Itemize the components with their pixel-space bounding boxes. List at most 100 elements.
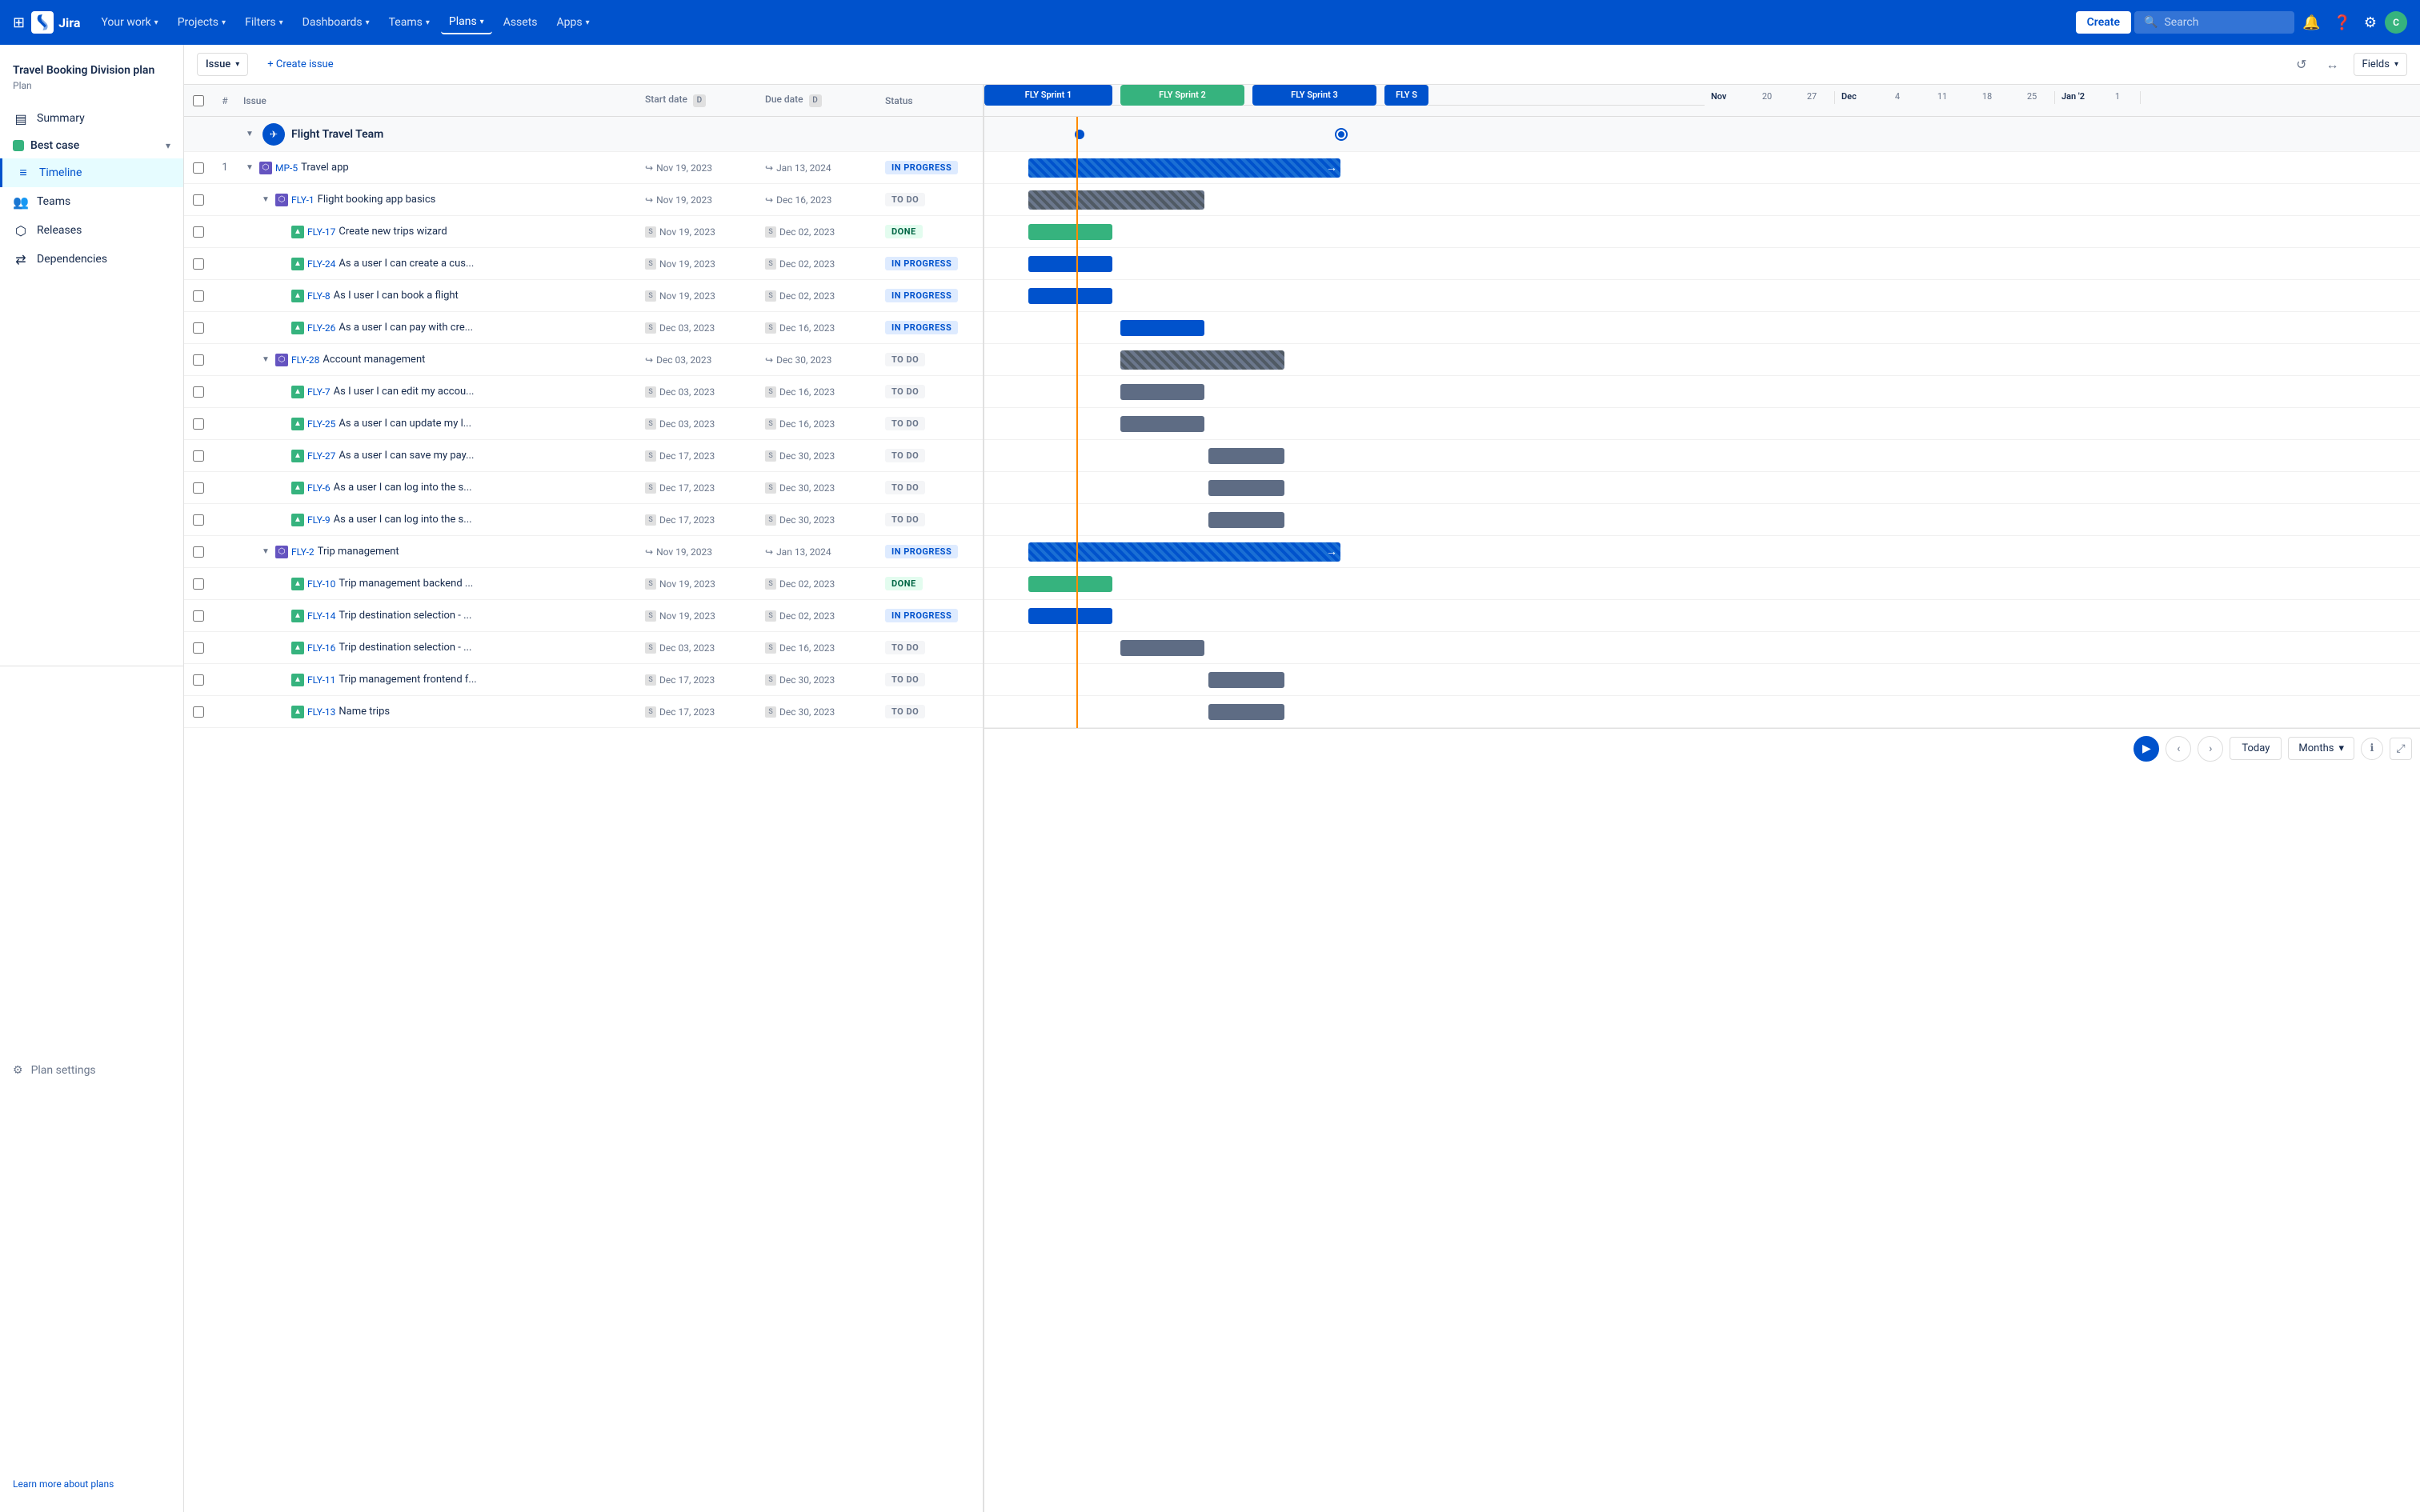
- gantt-bar[interactable]: [1028, 608, 1112, 624]
- due-date-arrow: ↪: [765, 354, 773, 366]
- expand-view-button[interactable]: ⤢: [2390, 738, 2412, 760]
- issue-key[interactable]: FLY-17: [307, 226, 335, 238]
- gantt-bar[interactable]: →: [1028, 542, 1340, 562]
- gantt-bar[interactable]: [1120, 640, 1204, 656]
- expand-row-button[interactable]: ▼: [259, 194, 272, 206]
- gantt-bar[interactable]: →: [1028, 158, 1340, 178]
- issue-key[interactable]: FLY-14: [307, 610, 335, 622]
- sidebar: Travel Booking Division plan Plan ▤ Summ…: [0, 45, 184, 1512]
- settings-icon[interactable]: ⚙: [2359, 10, 2382, 36]
- months-dropdown[interactable]: Months ▾: [2288, 737, 2354, 760]
- issue-key[interactable]: FLY-27: [307, 450, 335, 462]
- navigate-back-button[interactable]: ‹: [2166, 736, 2191, 762]
- plans-menu[interactable]: Plans ▾: [441, 10, 492, 34]
- row-checkbox[interactable]: [193, 258, 204, 270]
- filters-menu[interactable]: Filters ▾: [237, 11, 291, 34]
- jira-logo[interactable]: Jira: [31, 11, 80, 34]
- gantt-bar[interactable]: [1208, 448, 1284, 464]
- user-avatar[interactable]: C: [2385, 11, 2407, 34]
- issue-key[interactable]: FLY-8: [307, 290, 331, 302]
- gantt-bar[interactable]: [1120, 320, 1204, 336]
- gantt-bar[interactable]: [1120, 350, 1284, 370]
- row-checkbox[interactable]: [193, 546, 204, 558]
- issue-key[interactable]: FLY-13: [307, 706, 335, 718]
- row-checkbox[interactable]: [193, 290, 204, 302]
- issue-key[interactable]: FLY-25: [307, 418, 335, 430]
- expand-row-button[interactable]: ▼: [259, 354, 272, 366]
- row-checkbox[interactable]: [193, 610, 204, 622]
- create-issue-button[interactable]: + Create issue: [258, 54, 343, 75]
- sidebar-item-best-case[interactable]: Best case ▾: [0, 133, 183, 158]
- sidebar-item-teams[interactable]: 👥 Teams: [0, 187, 183, 216]
- gantt-bar[interactable]: [1208, 672, 1284, 688]
- expand-row-button[interactable]: ▼: [243, 162, 256, 174]
- search-button[interactable]: 🔍 Search: [2134, 11, 2294, 34]
- learn-more-link[interactable]: Learn more about plans: [0, 1469, 183, 1499]
- expand-collapse-icon[interactable]: ↔: [2322, 52, 2344, 78]
- issue-key[interactable]: FLY-6: [307, 482, 331, 494]
- gantt-bar[interactable]: [1208, 512, 1284, 528]
- row-checkbox[interactable]: [193, 226, 204, 238]
- today-button[interactable]: Today: [2230, 737, 2282, 760]
- expand-row-button[interactable]: ▼: [259, 546, 272, 558]
- issue-key[interactable]: FLY-10: [307, 578, 335, 590]
- issue-key[interactable]: FLY-28: [291, 354, 319, 366]
- row-checkbox[interactable]: [193, 386, 204, 398]
- gantt-bar[interactable]: [1120, 384, 1204, 400]
- gantt-bar[interactable]: [1208, 704, 1284, 720]
- row-checkbox[interactable]: [193, 642, 204, 654]
- table-row: ▲ FLY-8 As I user I can book a flight S …: [184, 280, 983, 312]
- gantt-bar[interactable]: [1028, 576, 1112, 592]
- row-checkbox[interactable]: [193, 450, 204, 462]
- issue-key[interactable]: FLY-24: [307, 258, 335, 270]
- assets-link[interactable]: Assets: [495, 11, 546, 34]
- apps-menu[interactable]: Apps ▾: [549, 11, 598, 34]
- issue-key[interactable]: FLY-9: [307, 514, 331, 526]
- row-checkbox[interactable]: [193, 674, 204, 686]
- create-button[interactable]: Create: [2076, 11, 2131, 34]
- gantt-bar[interactable]: [1028, 224, 1112, 240]
- sidebar-item-plan-settings[interactable]: ⚙ Plan settings: [0, 1058, 183, 1083]
- table-row: ▲ FLY-13 Name trips S Dec 17, 2023 S Dec…: [184, 696, 983, 728]
- row-checkbox[interactable]: [193, 194, 204, 206]
- row-checkbox[interactable]: [193, 418, 204, 430]
- group-expand-button[interactable]: ▼: [243, 128, 256, 141]
- issue-key[interactable]: MP-5: [275, 162, 298, 174]
- dashboards-menu[interactable]: Dashboards ▾: [294, 11, 378, 34]
- info-button[interactable]: ℹ: [2361, 738, 2383, 760]
- teams-menu[interactable]: Teams ▾: [381, 11, 438, 34]
- row-checkbox[interactable]: [193, 322, 204, 334]
- issue-key[interactable]: FLY-2: [291, 546, 315, 558]
- gantt-bar[interactable]: [1028, 288, 1112, 304]
- row-checkbox[interactable]: [193, 706, 204, 718]
- sidebar-item-summary[interactable]: ▤ Summary: [0, 104, 183, 133]
- fields-dropdown-button[interactable]: Fields ▾: [2354, 53, 2407, 76]
- your-work-menu[interactable]: Your work ▾: [93, 11, 166, 34]
- navigate-to-current-button[interactable]: ▶: [2134, 736, 2159, 762]
- row-checkbox[interactable]: [193, 354, 204, 366]
- help-icon[interactable]: ❓: [2328, 10, 2355, 36]
- sidebar-item-timeline[interactable]: ≡ Timeline: [0, 158, 183, 187]
- gantt-bar[interactable]: [1208, 480, 1284, 496]
- sidebar-item-releases[interactable]: ⬡ Releases: [0, 216, 183, 245]
- sidebar-item-dependencies[interactable]: ⇄ Dependencies: [0, 245, 183, 274]
- projects-menu[interactable]: Projects ▾: [170, 11, 234, 34]
- issue-key[interactable]: FLY-1: [291, 194, 315, 206]
- issue-key[interactable]: FLY-7: [307, 386, 331, 398]
- grid-icon[interactable]: ⊞: [13, 14, 25, 31]
- issue-key[interactable]: FLY-26: [307, 322, 335, 334]
- row-checkbox[interactable]: [193, 514, 204, 526]
- row-checkbox[interactable]: [193, 482, 204, 494]
- issue-dropdown-button[interactable]: Issue ▾: [197, 53, 248, 76]
- select-all-checkbox[interactable]: [193, 95, 204, 106]
- navigate-forward-button[interactable]: ›: [2198, 736, 2223, 762]
- row-checkbox[interactable]: [193, 162, 204, 174]
- issue-key[interactable]: FLY-16: [307, 642, 335, 654]
- row-checkbox[interactable]: [193, 578, 204, 590]
- gantt-bar[interactable]: [1028, 190, 1204, 210]
- gantt-bar[interactable]: [1028, 256, 1112, 272]
- issue-key[interactable]: FLY-11: [307, 674, 335, 686]
- refresh-icon[interactable]: ↺: [2291, 52, 2311, 77]
- notifications-icon[interactable]: 🔔: [2298, 10, 2325, 36]
- gantt-bar[interactable]: [1120, 416, 1204, 432]
